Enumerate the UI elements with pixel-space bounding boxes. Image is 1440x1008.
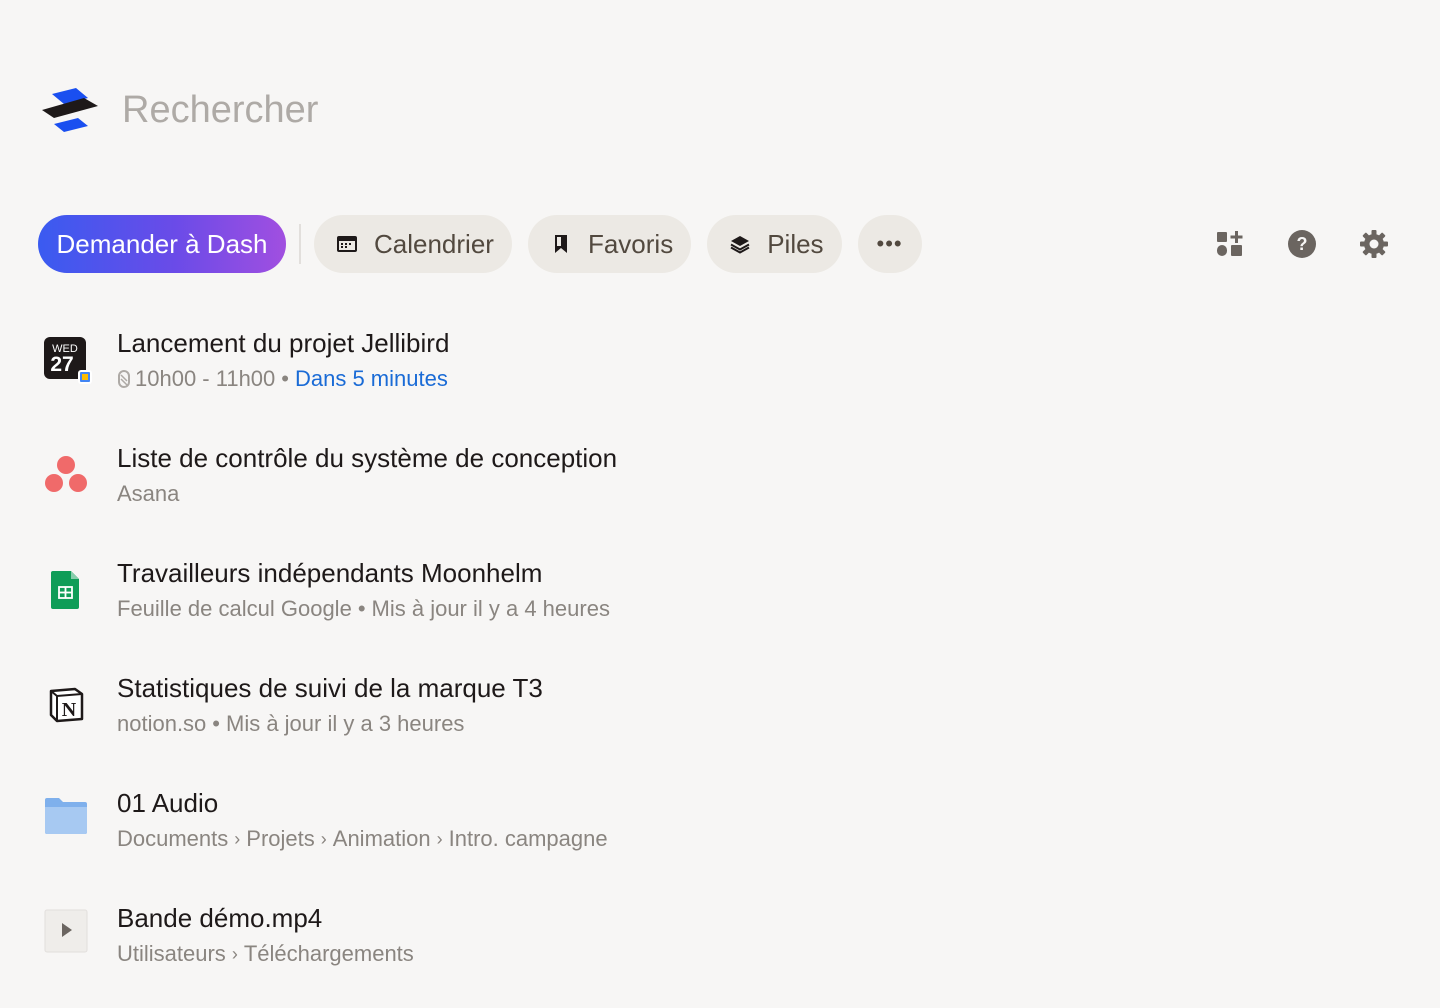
result-source: Feuille de calcul Google <box>117 596 352 621</box>
separator: • <box>281 366 289 391</box>
svg-text:?: ? <box>1297 234 1308 254</box>
path-segment: Utilisateurs <box>117 941 226 966</box>
help-icon: ? <box>1288 230 1316 258</box>
stacks-button[interactable]: Piles <box>707 215 842 273</box>
separator: • <box>357 596 366 621</box>
result-item[interactable]: N Statistiques de suivi de la marque T3 … <box>40 663 1400 778</box>
result-path: Documents › Projets › Animation › Intro.… <box>117 826 608 852</box>
add-widget-button[interactable] <box>1212 226 1248 262</box>
toolbar: Demander à Dash Calendrier Favoris Piles… <box>38 215 922 273</box>
result-item[interactable]: Liste de contrôle du système de concepti… <box>40 433 1400 548</box>
path-segment: Intro. campagne <box>448 826 608 851</box>
path-segment: Documents <box>117 826 229 851</box>
ask-dash-button[interactable]: Demander à Dash <box>38 215 286 273</box>
add-widget-icon <box>1217 231 1243 256</box>
stack-icon <box>729 233 751 255</box>
result-title: Bande démo.mp4 <box>117 903 323 933</box>
video-file-icon <box>40 905 92 957</box>
result-title: Statistiques de suivi de la marque T3 <box>117 673 543 703</box>
event-time: 10h00 - 11h00 <box>135 366 276 391</box>
calendar-event-icon: WED 27 <box>40 334 92 386</box>
path-separator: › <box>231 943 238 964</box>
path-segment: Téléchargements <box>243 941 414 966</box>
result-updated: Mis à jour il y a 4 heures <box>371 596 610 621</box>
asana-icon <box>40 449 92 501</box>
path-segment: Animation <box>332 826 431 851</box>
result-source: notion.so <box>117 711 207 736</box>
calendar-button[interactable]: Calendrier <box>314 215 512 273</box>
more-icon: ••• <box>876 231 903 256</box>
dash-logo-icon <box>42 88 98 132</box>
calendar-label: Calendrier <box>374 228 494 259</box>
right-tools: ? <box>1212 226 1392 262</box>
path-separator: › <box>320 828 327 849</box>
google-sheets-icon <box>40 564 92 616</box>
result-title: 01 Audio <box>117 788 219 818</box>
dash-app: Demander à Dash Calendrier <box>0 0 1440 1008</box>
event-relative-time: Dans 5 minutes <box>294 366 448 391</box>
calendar-icon <box>336 233 358 255</box>
calendar-badge-date: 27 <box>50 353 73 376</box>
stacks-label: Piles <box>767 228 824 259</box>
ask-dash-label: Demander à Dash <box>56 228 268 259</box>
result-item[interactable]: WED 27 Lancement du projet Jellibird 10h… <box>40 318 1400 433</box>
results-list: WED 27 Lancement du projet Jellibird 10h… <box>40 318 1400 1008</box>
favorites-button[interactable]: Favoris <box>527 215 692 273</box>
result-item[interactable]: Travailleurs indépendants Moonhelm Feuil… <box>40 548 1400 663</box>
bookmark-icon <box>550 233 572 255</box>
result-title: Lancement du projet Jellibird <box>117 328 450 358</box>
help-button[interactable]: ? <box>1284 226 1320 262</box>
result-updated: Mis à jour il y a 3 heures <box>226 711 465 736</box>
result-title: Travailleurs indépendants Moonhelm <box>117 558 543 588</box>
result-source: Asana <box>117 481 180 506</box>
result-subtitle: Feuille de calcul Google • Mis à jour il… <box>117 596 610 622</box>
toolbar-divider <box>299 224 301 264</box>
search-input[interactable] <box>122 88 822 132</box>
folder-icon <box>40 790 92 842</box>
result-item[interactable]: Bande démo.mp4 Utilisateurs › Télécharge… <box>40 893 1400 1008</box>
path-separator: › <box>436 828 443 849</box>
settings-button[interactable] <box>1356 226 1392 262</box>
result-title: Liste de contrôle du système de concepti… <box>117 443 618 473</box>
result-subtitle: 10h00 - 11h00 • Dans 5 minutes <box>117 366 448 392</box>
more-button[interactable]: ••• <box>857 215 922 273</box>
search-bar <box>40 80 822 140</box>
separator: • <box>212 711 220 736</box>
path-segment: Projets <box>246 826 315 851</box>
attachment-icon <box>118 370 130 388</box>
svg-text:N: N <box>62 699 77 721</box>
result-path: Utilisateurs › Téléchargements <box>117 941 414 967</box>
notion-icon: N <box>40 679 92 731</box>
result-subtitle: Asana <box>117 481 179 507</box>
result-item[interactable]: 01 Audio Documents › Projets › Animation… <box>40 778 1400 893</box>
gear-icon <box>1360 230 1388 258</box>
result-subtitle: notion.so • Mis à jour il y a 3 heures <box>117 711 464 737</box>
favorites-label: Favoris <box>587 228 674 259</box>
path-separator: › <box>234 828 241 849</box>
